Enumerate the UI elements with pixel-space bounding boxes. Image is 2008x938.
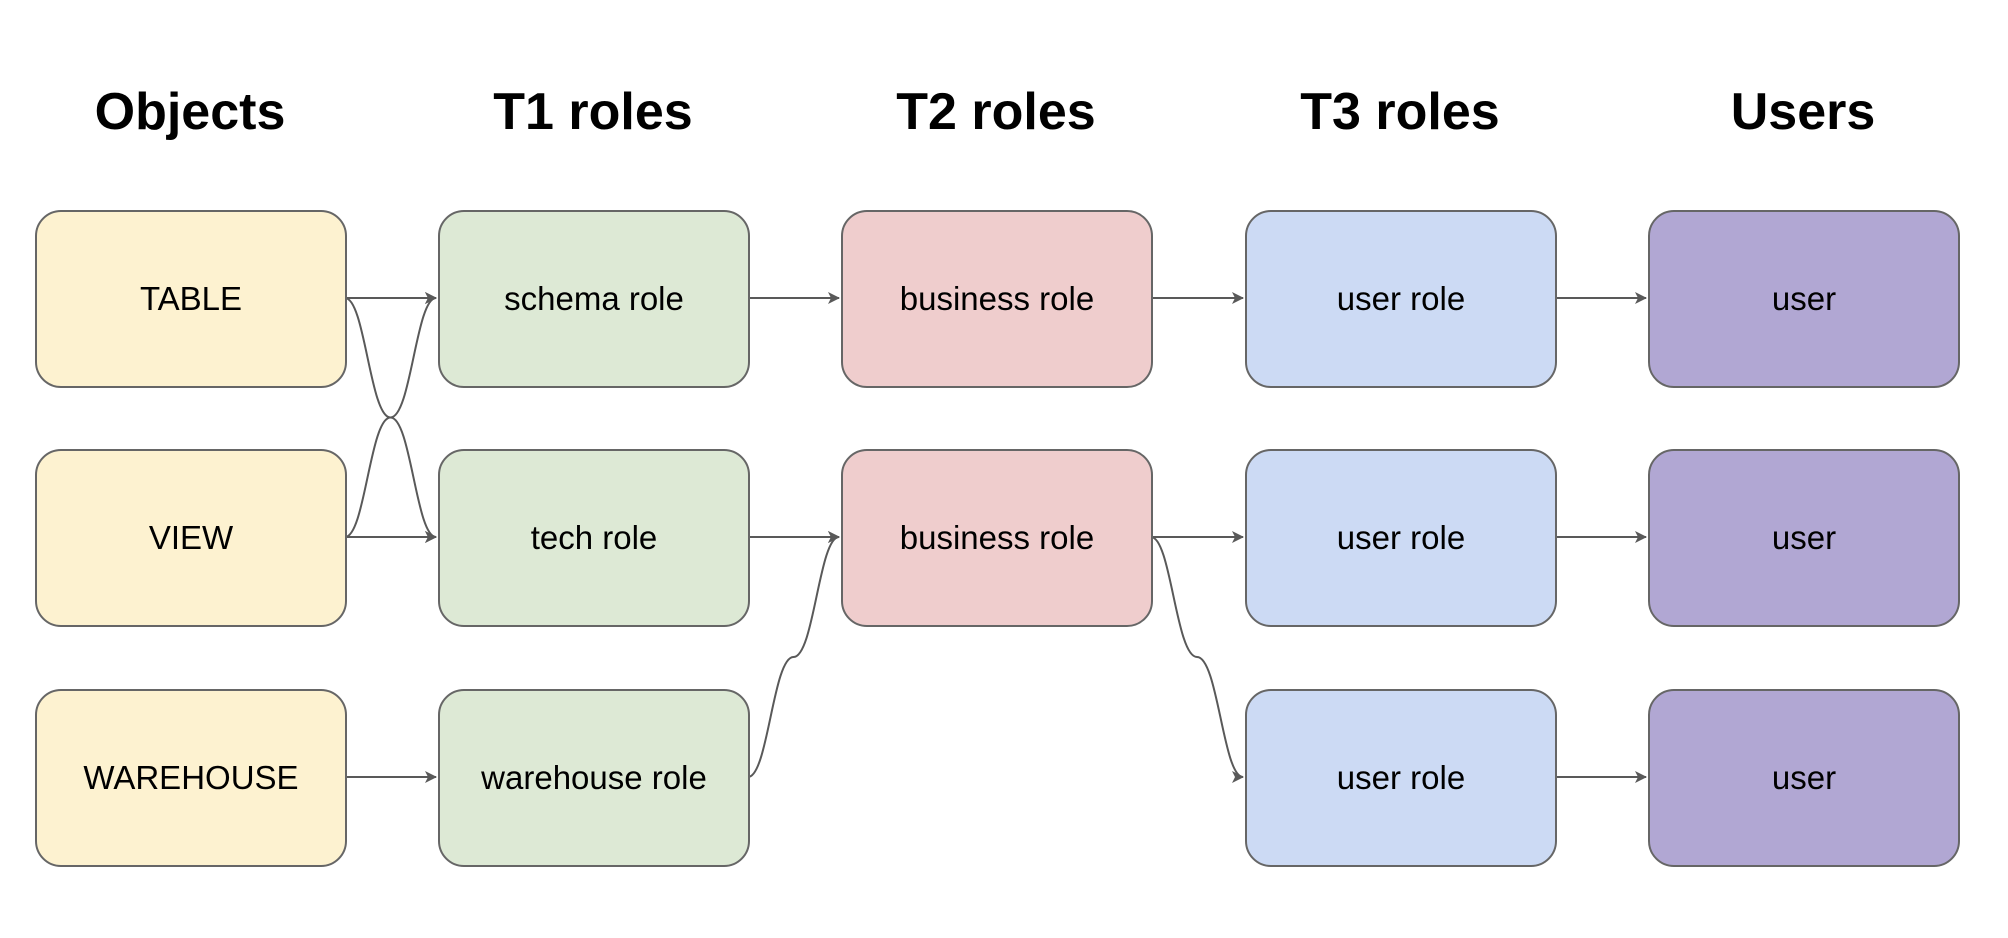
node-user-2: user [1648,449,1960,627]
node-user-3: user [1648,689,1960,867]
node-user-1: user [1648,210,1960,388]
edge-business-role-2-to-user-role-3 [1150,536,1244,783]
node-label: user role [1336,519,1466,556]
node-label: user [1771,280,1837,317]
node-label: VIEW [148,519,234,556]
node-label: TABLE [139,280,243,317]
node-label: warehouse role [481,759,707,796]
node-schema-role: schema role [438,210,750,388]
edge-view-to-schema-role [344,292,437,538]
node-business-role-2: business role [841,449,1153,627]
node-label: tech role [530,519,658,556]
node-table: TABLE [35,210,347,388]
node-label: business role [899,280,1095,317]
node-warehouse: WAREHOUSE [35,689,347,867]
node-label: schema role [504,280,684,317]
node-label: user [1771,759,1837,796]
node-warehouse-role: warehouse role [438,689,750,867]
node-label: user [1771,519,1837,556]
node-view: VIEW [35,449,347,627]
node-label: business role [899,519,1095,556]
node-user-role-2: user role [1245,449,1557,627]
node-label: WAREHOUSE [83,759,299,796]
node-business-role-1: business role [841,210,1153,388]
node-tech-role: tech role [438,449,750,627]
node-user-role-1: user role [1245,210,1557,388]
node-user-role-3: user role [1245,689,1557,867]
edge-warehouse-role-to-business-role-2 [747,531,840,778]
node-label: user role [1336,759,1466,796]
node-label: user role [1336,280,1466,317]
